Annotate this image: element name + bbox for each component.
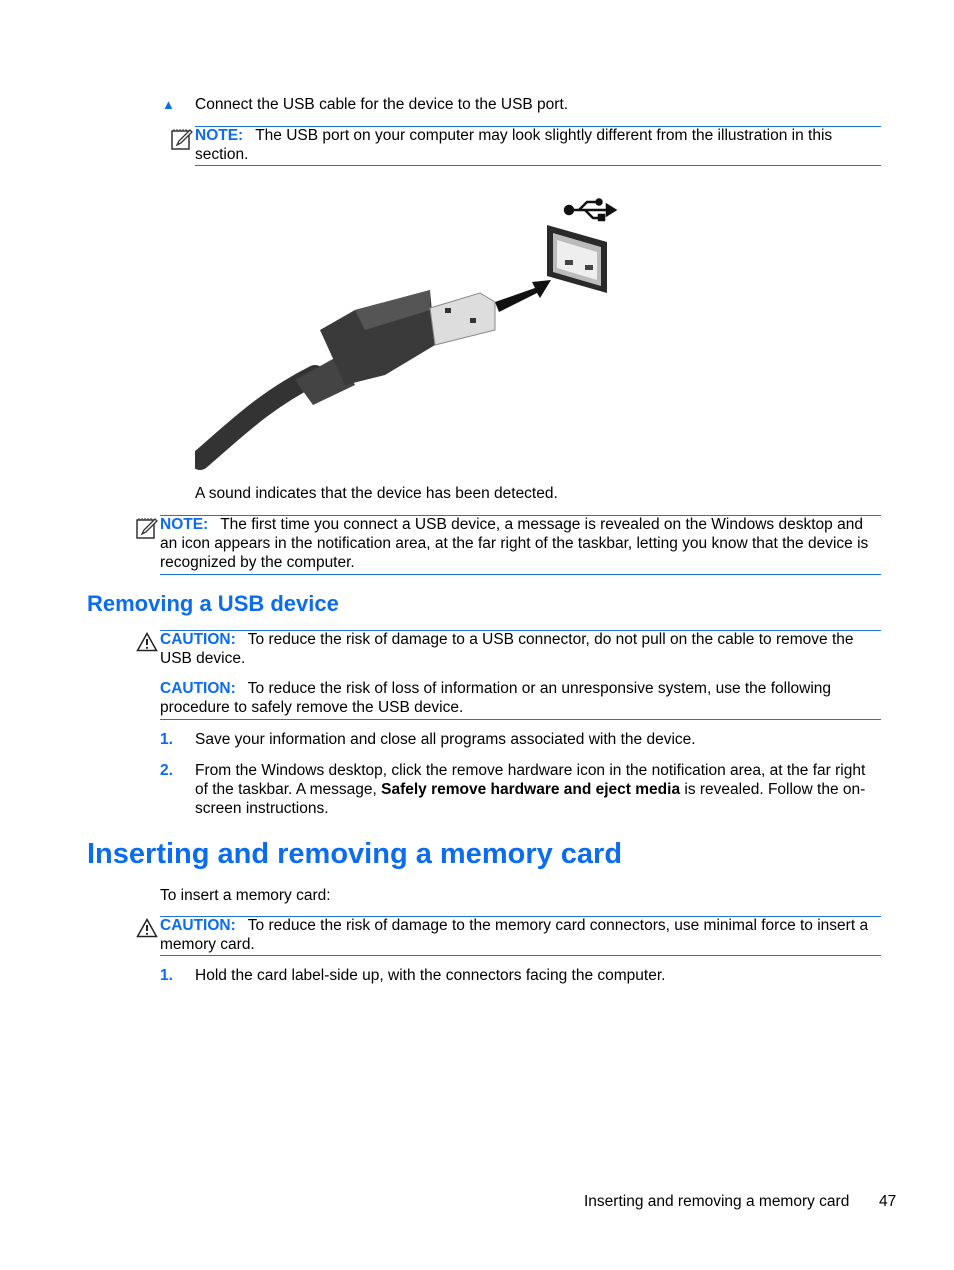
caution-bottom-rule xyxy=(160,719,881,720)
note2: NOTE: The first time you connect a USB de… xyxy=(160,515,881,572)
caution1-label: CAUTION: xyxy=(160,631,236,648)
note2-label: NOTE: xyxy=(160,516,209,533)
bullet-triangle-icon: ▲ xyxy=(162,97,175,112)
memory-intro-text: To insert a memory card: xyxy=(160,887,331,904)
note2-text: The first time you connect a USB device,… xyxy=(160,516,869,571)
note1-bottom-rule xyxy=(195,165,881,166)
caution2-text: To reduce the risk of loss of informatio… xyxy=(160,680,832,716)
footer-page-number: 47 xyxy=(879,1193,897,1210)
caution3: CAUTION: To reduce the risk of damage to … xyxy=(160,916,881,954)
step-number: 1. xyxy=(160,731,173,748)
step-number: 2. xyxy=(160,762,173,779)
usb-port-icon xyxy=(547,225,607,293)
section-heading-removing-usb: Removing a USB device xyxy=(87,591,339,616)
usb-symbol-icon xyxy=(563,198,618,222)
caution-warning-icon xyxy=(136,918,158,938)
note1-label: NOTE: xyxy=(195,127,244,144)
step-text: Save your information and close all prog… xyxy=(195,731,696,748)
caution-warning-icon xyxy=(136,632,158,652)
note1-text: The USB port on your computer may look s… xyxy=(195,127,833,163)
caution3-label: CAUTION: xyxy=(160,917,236,934)
caution2-label: CAUTION: xyxy=(160,680,236,697)
caution-bottom-rule xyxy=(160,955,881,956)
note-pencil-icon xyxy=(136,518,158,539)
note2-bottom-rule xyxy=(160,574,881,575)
caution1: CAUTION: To reduce the risk of damage to … xyxy=(160,630,881,668)
step-text: From the Windows desktop, click the remo… xyxy=(195,761,881,818)
usb-illustration xyxy=(195,198,618,470)
step-connect-text: Connect the USB cable for the device to … xyxy=(195,96,569,113)
caution3-text: To reduce the risk of damage to the memo… xyxy=(160,917,869,953)
caution2: CAUTION: To reduce the risk of loss of in… xyxy=(160,679,881,717)
safely-remove-hardware-term: Safely remove hardware and eject media xyxy=(381,781,681,798)
step-number: 1. xyxy=(160,967,173,984)
note-pencil-icon xyxy=(171,129,193,150)
footer-section-title: Inserting and removing a memory card xyxy=(584,1193,850,1210)
section-heading-memory-card: Inserting and removing a memory card xyxy=(87,838,623,870)
detected-text: A sound indicates that the device has be… xyxy=(195,485,558,502)
insert-arrow-icon xyxy=(495,280,551,312)
step-text: Hold the card label-side up, with the co… xyxy=(195,967,666,984)
note1: NOTE: The USB port on your computer may l… xyxy=(195,126,881,164)
caution1-text: To reduce the risk of damage to a USB co… xyxy=(160,631,854,667)
